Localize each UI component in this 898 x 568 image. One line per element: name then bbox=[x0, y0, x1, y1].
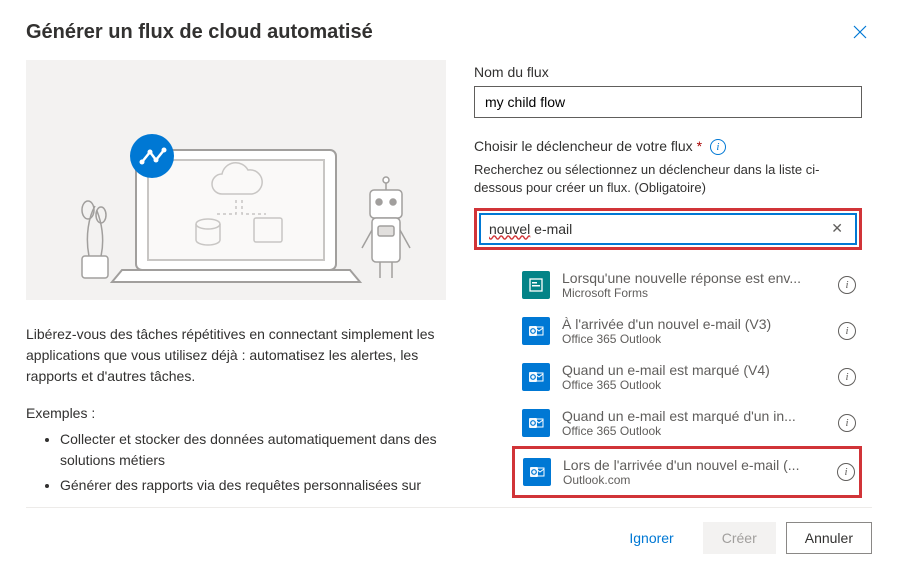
info-icon[interactable]: i bbox=[838, 322, 856, 340]
trigger-connector: Office 365 Outlook bbox=[562, 424, 826, 438]
examples-label: Exemples : bbox=[26, 405, 446, 421]
dialog-title: Générer un flux de cloud automatisé bbox=[26, 21, 373, 44]
search-text: nouvel e-mail bbox=[489, 221, 572, 237]
trigger-section-label: Choisir le déclencheur de votre flux * i bbox=[474, 138, 862, 155]
dialog-header: Générer un flux de cloud automatisé bbox=[26, 20, 872, 44]
search-highlight-box: nouvel e-mail ✕ bbox=[474, 208, 862, 250]
cancel-button[interactable]: Annuler bbox=[786, 522, 872, 554]
trigger-title: À l'arrivée d'un nouvel e-mail (V3) bbox=[562, 316, 826, 332]
left-description: Libérez-vous des tâches répétitives en c… bbox=[26, 324, 446, 387]
trigger-search-input[interactable]: nouvel e-mail ✕ bbox=[479, 213, 857, 245]
create-button[interactable]: Créer bbox=[703, 522, 776, 554]
trigger-title: Lorsqu'une nouvelle réponse est env... bbox=[562, 270, 826, 286]
required-asterisk: * bbox=[697, 138, 702, 154]
trigger-title: Quand un e-mail est marqué (V4) bbox=[562, 362, 826, 378]
info-icon[interactable]: i bbox=[838, 368, 856, 386]
outlook-icon bbox=[523, 458, 551, 486]
create-flow-dialog: Générer un flux de cloud automatisé bbox=[0, 0, 898, 568]
flow-name-input[interactable] bbox=[474, 86, 862, 118]
trigger-connector: Office 365 Outlook bbox=[562, 332, 826, 346]
left-panel: Libérez-vous des tâches répétitives en c… bbox=[26, 60, 446, 501]
flow-name-label: Nom du flux bbox=[474, 64, 862, 80]
trigger-label-text: Choisir le déclencheur de votre flux bbox=[474, 138, 693, 154]
dialog-footer: Ignorer Créer Annuler bbox=[26, 507, 872, 568]
trigger-connector: Outlook.com bbox=[563, 473, 825, 487]
right-panel: Nom du flux Choisir le déclencheur de vo… bbox=[474, 60, 872, 501]
trigger-item-outlook[interactable]: Quand un e-mail est marqué (V4) Office 3… bbox=[520, 354, 862, 400]
trigger-item-outlookcom-highlighted[interactable]: Lors de l'arrivée d'un nouvel e-mail (..… bbox=[512, 446, 862, 498]
flow-illustration bbox=[26, 60, 446, 300]
outlook-icon bbox=[522, 363, 550, 391]
list-item: Générer des rapports via des requêtes pe… bbox=[60, 475, 446, 501]
info-icon[interactable]: i bbox=[837, 463, 855, 481]
trigger-list: Lorsqu'une nouvelle réponse est env... M… bbox=[474, 262, 862, 498]
trigger-connector: Microsoft Forms bbox=[562, 286, 826, 300]
dialog-body: Libérez-vous des tâches répétitives en c… bbox=[26, 60, 872, 501]
info-icon[interactable]: i bbox=[710, 139, 726, 155]
trigger-title: Quand un e-mail est marqué d'un in... bbox=[562, 408, 826, 424]
trigger-title: Lors de l'arrivée d'un nouvel e-mail (..… bbox=[563, 457, 825, 473]
outlook-icon bbox=[522, 317, 550, 345]
trigger-item-forms[interactable]: Lorsqu'une nouvelle réponse est env... M… bbox=[520, 262, 862, 308]
ignore-button[interactable]: Ignorer bbox=[610, 522, 692, 554]
examples-list: Collecter et stocker des données automat… bbox=[26, 429, 446, 501]
trigger-item-outlook[interactable]: À l'arrivée d'un nouvel e-mail (V3) Offi… bbox=[520, 308, 862, 354]
trigger-item-outlook[interactable]: Quand un e-mail est marqué d'un in... Of… bbox=[520, 400, 862, 446]
close-button[interactable] bbox=[848, 20, 872, 44]
list-item: Collecter et stocker des données automat… bbox=[60, 429, 446, 471]
outlook-icon bbox=[522, 409, 550, 437]
forms-icon bbox=[522, 271, 550, 299]
trigger-connector: Office 365 Outlook bbox=[562, 378, 826, 392]
info-icon[interactable]: i bbox=[838, 276, 856, 294]
close-icon bbox=[853, 25, 867, 39]
clear-search-icon[interactable]: ✕ bbox=[827, 220, 847, 237]
info-icon[interactable]: i bbox=[838, 414, 856, 432]
trigger-hint: Recherchez ou sélectionnez un déclencheu… bbox=[474, 161, 862, 197]
